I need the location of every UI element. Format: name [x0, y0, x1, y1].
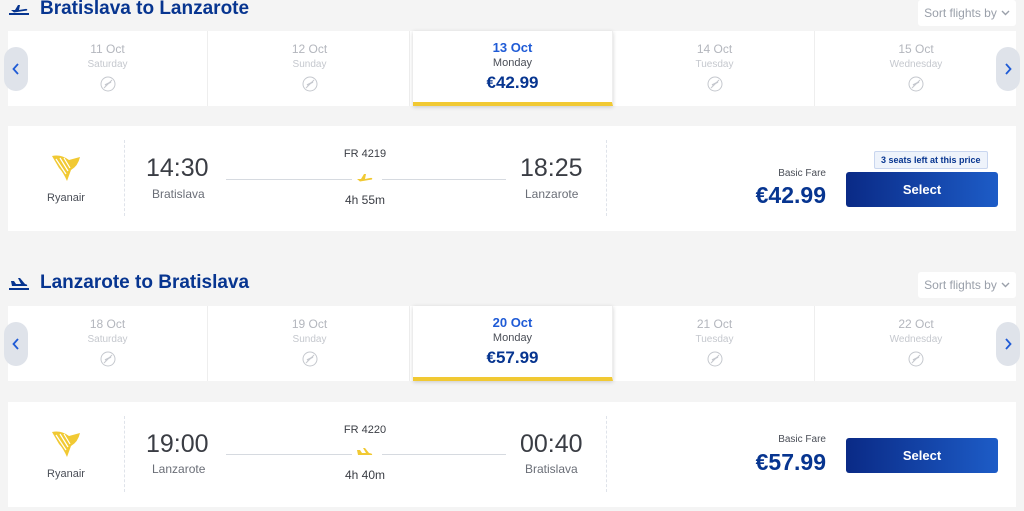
date-label: 21 Oct	[696, 317, 733, 331]
plane-landing-icon	[357, 448, 373, 455]
divider	[606, 140, 607, 216]
chevron-right-icon	[1005, 63, 1012, 75]
date-price: €57.99	[486, 348, 539, 367]
sort-flights-button[interactable]: Sort flights by	[918, 272, 1016, 298]
date-card[interactable]: 11 Oct Saturday	[8, 31, 208, 106]
date-card-selected[interactable]: 20 Oct Monday €57.99	[413, 306, 613, 381]
outbound-title: Bratislava to Lanzarote	[40, 0, 250, 19]
divider	[606, 416, 607, 492]
airline: Ryanair	[36, 428, 96, 480]
date-price: €42.99	[486, 73, 539, 92]
return-header: Lanzarote to Bratislava	[8, 271, 249, 295]
sort-label: Sort flights by	[924, 278, 997, 292]
departure-time: 14:30	[146, 154, 209, 182]
date-label: 19 Oct	[291, 317, 328, 331]
fare-type-label: Basic Fare	[778, 168, 826, 179]
no-flights-icon	[100, 76, 115, 92]
departure-city: Bratislava	[152, 187, 205, 201]
fare-price: €42.99	[755, 182, 826, 208]
airline: Ryanair	[36, 152, 96, 204]
weekday-label: Sunday	[292, 59, 327, 70]
date-card[interactable]: 18 Oct Saturday	[8, 306, 208, 381]
departure-time: 19:00	[146, 430, 209, 458]
select-flight-button[interactable]: Select	[846, 438, 998, 473]
date-card[interactable]: 22 Oct Wednesday	[816, 306, 1016, 381]
arrival-city: Bratislava	[525, 462, 578, 476]
weekday-label: Sunday	[292, 334, 327, 345]
no-flights-icon	[707, 351, 722, 367]
prev-dates-button[interactable]	[4, 47, 28, 91]
route-line	[382, 179, 506, 180]
date-label: 12 Oct	[291, 42, 328, 56]
seats-left-badge: 3 seats left at this price	[874, 151, 988, 169]
return-date-carousel: 18 Oct Saturday 19 Oct Sunday 20 Oct Mon…	[8, 306, 1016, 381]
next-dates-button[interactable]	[996, 322, 1020, 366]
ryanair-harp-icon	[52, 431, 80, 457]
date-card[interactable]: 21 Oct Tuesday	[615, 306, 815, 381]
divider	[124, 416, 125, 492]
weekday-label: Wednesday	[889, 59, 943, 70]
date-label: 15 Oct	[898, 42, 934, 56]
no-flights-icon	[302, 76, 317, 92]
outbound-flight-card: Ryanair 14:30 Bratislava FR 4219 4h 55m …	[8, 126, 1016, 231]
chevron-down-icon	[1001, 282, 1010, 288]
date-card[interactable]: 15 Oct Wednesday	[816, 31, 1016, 106]
select-flight-button[interactable]: Select	[846, 172, 998, 207]
no-flights-icon	[302, 351, 317, 367]
arrival-time: 18:25	[520, 154, 583, 182]
weekday-label: Saturday	[87, 334, 128, 345]
chevron-right-icon	[1005, 338, 1012, 350]
flight-number: FR 4219	[343, 148, 387, 160]
airline-name: Ryanair	[47, 192, 85, 204]
no-flights-icon	[707, 76, 722, 92]
date-label: 18 Oct	[89, 317, 126, 331]
prev-dates-button[interactable]	[4, 322, 28, 366]
ryanair-harp-icon	[52, 155, 80, 181]
weekday-label: Wednesday	[889, 334, 943, 345]
arrival-city: Lanzarote	[525, 187, 579, 201]
weekday-label: Tuesday	[695, 59, 734, 70]
arrival-time: 00:40	[520, 430, 583, 458]
no-flights-icon	[908, 76, 924, 92]
route-line	[226, 179, 352, 180]
chevron-left-icon	[12, 63, 19, 75]
next-dates-button[interactable]	[996, 47, 1020, 91]
route-line	[382, 454, 506, 455]
no-flights-icon	[100, 351, 115, 367]
outbound-header: Bratislava to Lanzarote	[8, 0, 249, 21]
weekday-label: Tuesday	[695, 334, 734, 345]
divider	[124, 140, 125, 216]
fare-price: €57.99	[755, 449, 826, 475]
date-card[interactable]: 14 Oct Tuesday	[615, 31, 815, 106]
route-line	[226, 454, 352, 455]
plane-takeoff-icon	[9, 5, 29, 15]
date-label: 20 Oct	[492, 315, 533, 330]
chevron-left-icon	[12, 338, 19, 350]
date-card[interactable]: 12 Oct Sunday	[210, 31, 410, 106]
outbound-date-carousel: 11 Oct Saturday 12 Oct Sunday 13 Oct Mon…	[8, 31, 1016, 106]
return-title: Lanzarote to Bratislava	[40, 272, 250, 293]
date-label: 14 Oct	[696, 42, 733, 56]
date-card-selected[interactable]: 13 Oct Monday €42.99	[413, 31, 613, 106]
date-label: 22 Oct	[898, 317, 934, 331]
weekday-label: Monday	[492, 332, 533, 344]
flight-number: FR 4220	[343, 424, 387, 436]
flight-duration: 4h 40m	[344, 468, 386, 482]
airline-name: Ryanair	[47, 468, 85, 480]
departure-city: Lanzarote	[152, 462, 206, 476]
date-label: 13 Oct	[492, 40, 533, 55]
sort-label: Sort flights by	[924, 6, 997, 20]
sort-flights-button[interactable]: Sort flights by	[918, 0, 1016, 26]
chevron-down-icon	[1001, 10, 1010, 16]
return-flight-card: Ryanair 19:00 Lanzarote FR 4220 4h 40m 0…	[8, 402, 1016, 507]
fare-type-label: Basic Fare	[778, 434, 826, 445]
no-flights-icon	[908, 351, 924, 367]
weekday-label: Saturday	[87, 59, 128, 70]
date-label: 11 Oct	[90, 42, 125, 56]
weekday-label: Monday	[492, 57, 533, 69]
flight-duration: 4h 55m	[344, 193, 386, 207]
plane-takeoff-icon	[357, 174, 373, 182]
plane-landing-icon	[9, 278, 29, 290]
date-card[interactable]: 19 Oct Sunday	[210, 306, 410, 381]
